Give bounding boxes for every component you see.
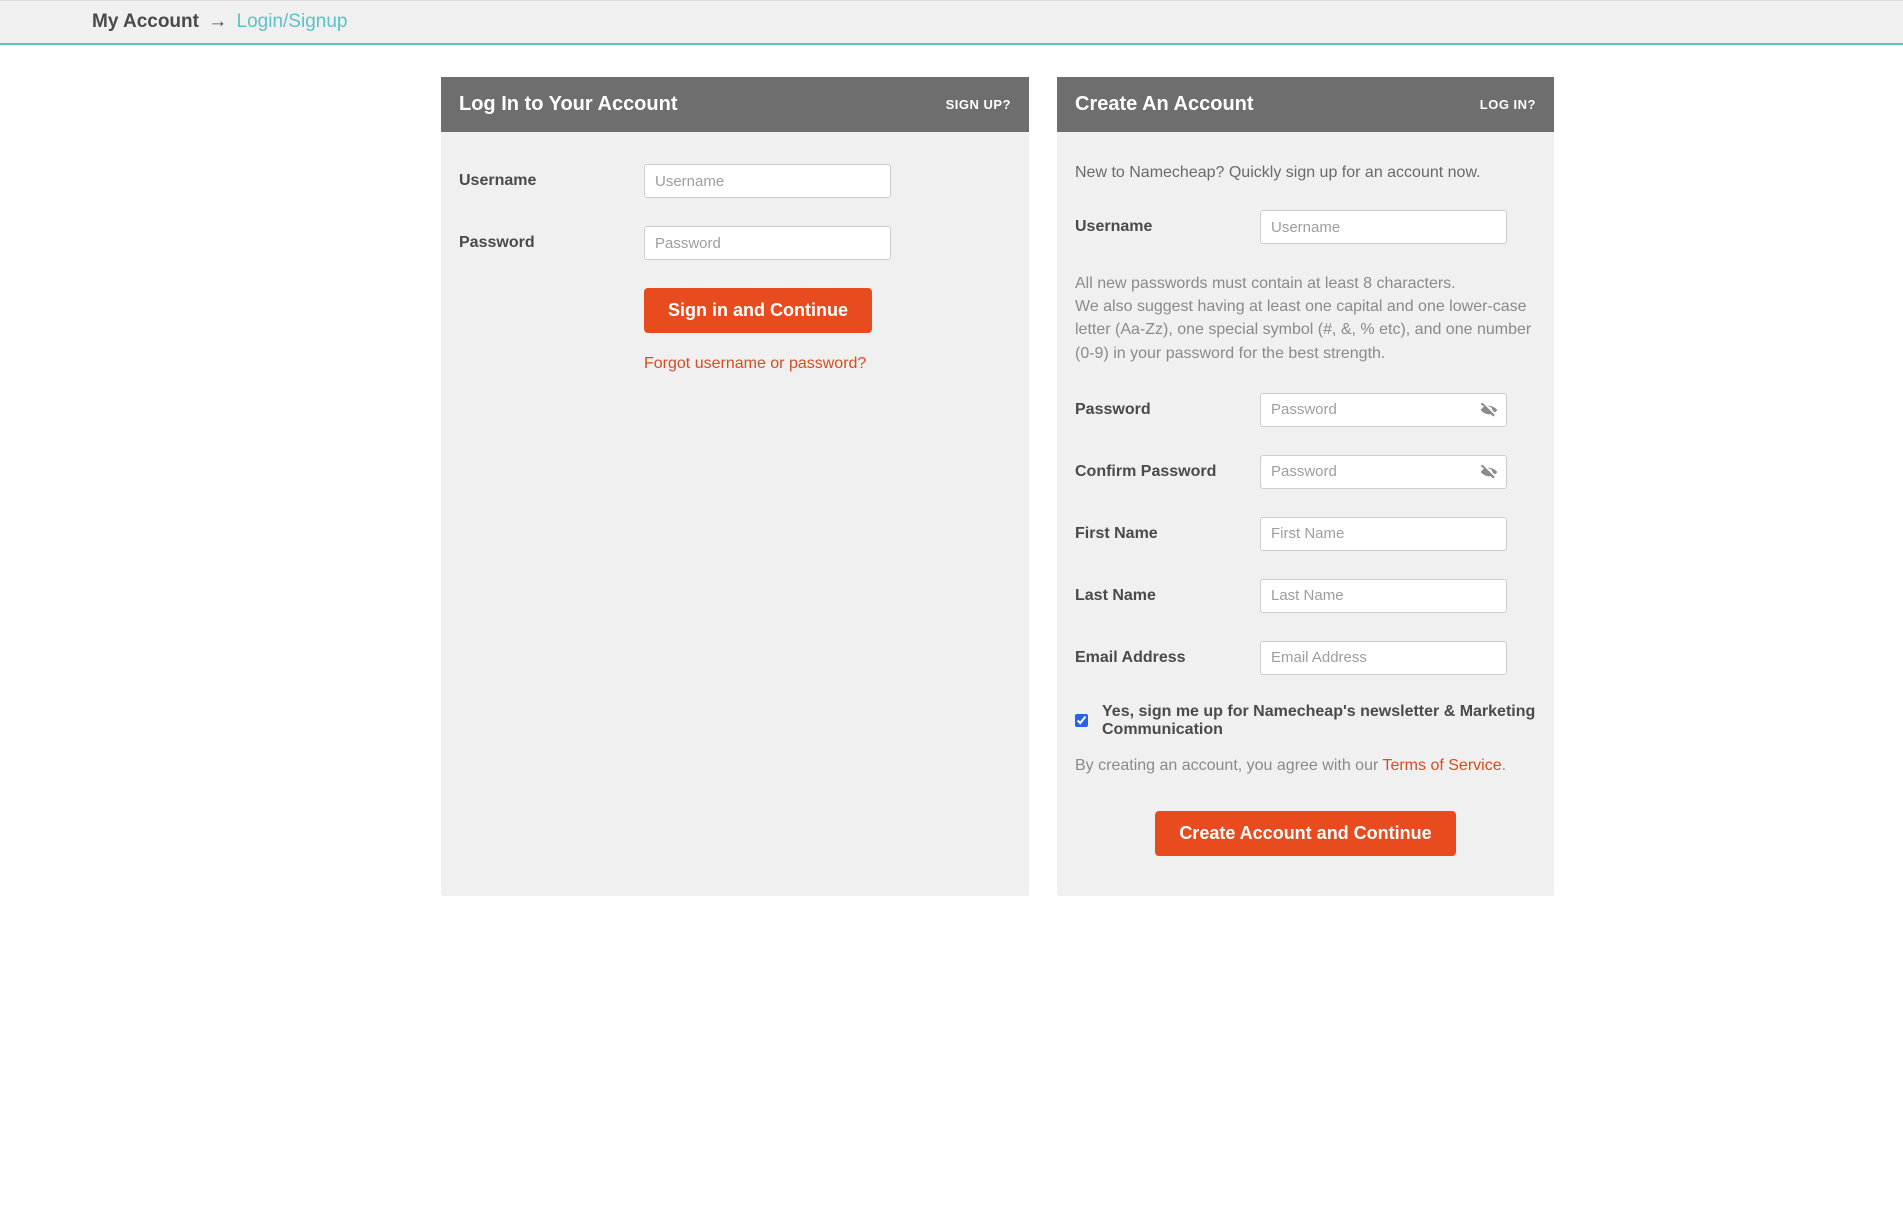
signup-username-input[interactable] [1260, 210, 1507, 244]
signup-password-input[interactable] [1260, 393, 1507, 427]
newsletter-label: Yes, sign me up for Namecheap's newslett… [1102, 703, 1536, 739]
eye-off-icon[interactable] [1479, 462, 1499, 482]
signup-confirm-label: Confirm Password [1075, 463, 1260, 481]
signup-password-label: Password [1075, 401, 1260, 419]
eye-off-icon[interactable] [1479, 400, 1499, 420]
login-title: Log In to Your Account [459, 93, 678, 116]
signup-card: Create An Account LOG IN? New to Nameche… [1057, 77, 1554, 896]
login-header: Log In to Your Account SIGN UP? [441, 77, 1029, 132]
tos-suffix: . [1502, 757, 1506, 774]
create-account-button[interactable]: Create Account and Continue [1155, 811, 1455, 856]
signup-title: Create An Account [1075, 93, 1254, 116]
tos-text: By creating an account, you agree with o… [1075, 757, 1536, 775]
login-link[interactable]: LOG IN? [1480, 97, 1536, 112]
login-card: Log In to Your Account SIGN UP? Username… [441, 77, 1029, 896]
login-username-input[interactable] [644, 164, 891, 198]
newsletter-checkbox[interactable] [1075, 713, 1088, 728]
signup-email-input[interactable] [1260, 641, 1507, 675]
signup-lastname-input[interactable] [1260, 579, 1507, 613]
tos-prefix: By creating an account, you agree with o… [1075, 757, 1382, 774]
login-password-input[interactable] [644, 226, 891, 260]
signup-header: Create An Account LOG IN? [1057, 77, 1554, 132]
login-password-label: Password [459, 234, 644, 252]
signin-button[interactable]: Sign in and Continue [644, 288, 872, 333]
password-hint: All new passwords must contain at least … [1075, 272, 1536, 365]
breadcrumb-bar: My Account → Login/Signup [0, 0, 1903, 45]
signup-username-label: Username [1075, 218, 1260, 236]
forgot-link[interactable]: Forgot username or password? [644, 355, 866, 372]
signup-confirm-input[interactable] [1260, 455, 1507, 489]
login-username-label: Username [459, 172, 644, 190]
signup-intro: New to Namecheap? Quickly sign up for an… [1075, 164, 1536, 182]
signup-link[interactable]: SIGN UP? [946, 97, 1011, 112]
signup-firstname-input[interactable] [1260, 517, 1507, 551]
signup-firstname-label: First Name [1075, 525, 1260, 543]
breadcrumb: My Account → Login/Signup [0, 11, 1903, 33]
breadcrumb-current: Login/Signup [237, 11, 348, 32]
signup-lastname-label: Last Name [1075, 587, 1260, 605]
signup-email-label: Email Address [1075, 649, 1260, 667]
breadcrumb-arrow: → [208, 11, 227, 32]
breadcrumb-root[interactable]: My Account [92, 11, 199, 32]
tos-link[interactable]: Terms of Service [1382, 757, 1501, 774]
